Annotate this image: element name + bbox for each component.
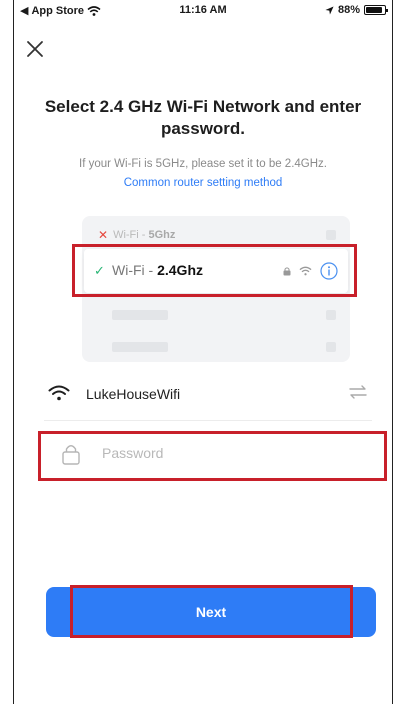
wifi-5g-row: ✕ Wi-Fi - 5Ghz — [98, 228, 175, 242]
location-arrow-icon — [325, 5, 334, 15]
placeholder-square — [326, 230, 336, 240]
switch-network-button[interactable] — [348, 385, 368, 404]
placeholder-square — [326, 310, 336, 320]
highlight-box-24g — [72, 244, 357, 297]
wifi-5g-label: Wi-Fi - 5Ghz — [113, 229, 176, 241]
battery-icon — [364, 5, 388, 15]
divider — [44, 420, 372, 421]
page-title: Select 2.4 GHz Wi-Fi Network and enter p… — [44, 97, 362, 138]
close-button[interactable] — [24, 38, 46, 60]
highlight-box-password — [38, 431, 387, 481]
router-setting-link[interactable]: Common router setting method — [24, 177, 382, 189]
ssid-row[interactable]: LukeHouseWifi — [44, 378, 372, 408]
placeholder-bar — [112, 310, 168, 320]
ssid-name: LukeHouseWifi — [86, 386, 181, 402]
phone-screen: ◀ App Store 11:16 AM 88% Select 2.4 GHz … — [13, 0, 393, 704]
highlight-box-next — [70, 585, 353, 638]
wifi-icon — [48, 385, 70, 401]
status-bar: ◀ App Store 11:16 AM 88% — [14, 0, 392, 20]
placeholder-bar — [112, 342, 168, 352]
status-right: 88% — [325, 4, 388, 16]
placeholder-square — [326, 342, 336, 352]
close-icon — [27, 41, 43, 57]
battery-percent: 88% — [337, 4, 360, 16]
hint-text: If your Wi-Fi is 5GHz, please set it to … — [79, 158, 327, 170]
swap-arrows-icon — [349, 385, 367, 399]
cross-icon: ✕ — [98, 228, 109, 242]
battery-fill — [366, 7, 382, 13]
